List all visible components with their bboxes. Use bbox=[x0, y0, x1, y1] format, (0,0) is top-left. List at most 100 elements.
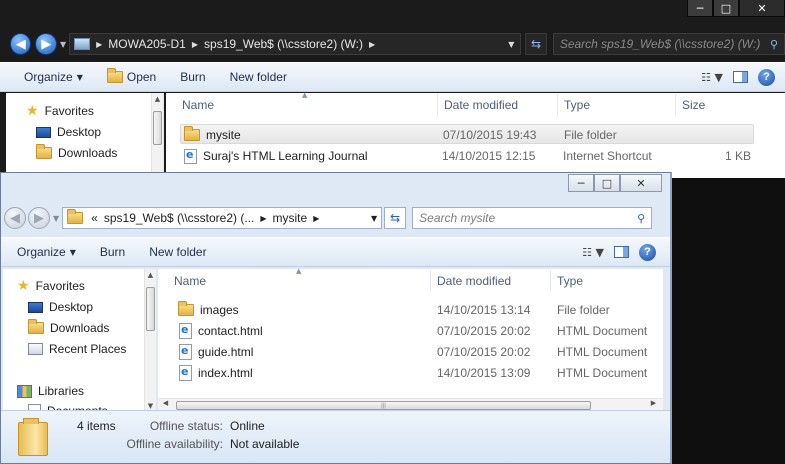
nav-downloads[interactable]: Downloads bbox=[28, 319, 110, 335]
front-organize-button[interactable]: Organize ▼ bbox=[1, 245, 88, 259]
back-minimize-button[interactable]: ─ bbox=[687, 0, 713, 17]
scroll-thumb[interactable] bbox=[153, 111, 162, 145]
front-address-bar[interactable]: « sps19_Web$ (\\csstore2) (... ▶ mysite … bbox=[62, 207, 383, 229]
internet-shortcut-icon bbox=[184, 148, 197, 164]
nav-label: Downloads bbox=[50, 321, 110, 335]
back-close-button[interactable]: ✕ bbox=[739, 0, 785, 17]
nav-favorites[interactable]: ★ Favorites bbox=[26, 104, 94, 118]
offline-availability-label: Offline availability: bbox=[126, 437, 224, 451]
file-row-images[interactable]: images 14/10/2015 13:14 File folder bbox=[176, 300, 663, 320]
back-organize-button[interactable]: Organize ▼ bbox=[0, 70, 95, 84]
nav-favorites[interactable]: ★ Favorites bbox=[17, 279, 85, 293]
scroll-down-icon[interactable]: ▼ bbox=[145, 402, 156, 410]
scroll-thumb[interactable] bbox=[146, 287, 155, 331]
preview-pane-icon[interactable] bbox=[733, 71, 748, 83]
back-burn-button[interactable]: Burn bbox=[168, 70, 217, 84]
column-header-type[interactable]: Type bbox=[558, 94, 676, 116]
back-nav-scrollbar[interactable]: ▲ bbox=[151, 93, 163, 178]
front-forward-nav-button[interactable]: ▶ bbox=[28, 207, 50, 229]
front-minimize-button[interactable]: ─ bbox=[568, 174, 594, 192]
nav-desktop[interactable]: Desktop bbox=[36, 125, 101, 139]
breadcrumb-computer[interactable]: MOWA205-D1 bbox=[108, 37, 186, 51]
breadcrumb-mysite[interactable]: mysite bbox=[273, 211, 308, 225]
nav-label: Favorites bbox=[44, 104, 94, 118]
front-close-button[interactable]: ✕ bbox=[620, 174, 662, 192]
scroll-right-icon[interactable]: ▶ bbox=[648, 399, 659, 407]
recent-pages-dropdown-icon[interactable]: ▼ bbox=[60, 40, 66, 49]
file-type: HTML Document bbox=[557, 324, 648, 338]
column-header-name[interactable]: Name bbox=[176, 94, 438, 116]
back-navigation-pane: ★ Favorites Desktop Downloads ▲ bbox=[6, 93, 164, 178]
change-view-icon[interactable]: ☷ ▼ bbox=[701, 71, 723, 84]
front-new-folder-button[interactable]: New folder bbox=[137, 245, 218, 259]
scroll-left-icon[interactable]: ◀ bbox=[160, 399, 171, 407]
breadcrumb-drive[interactable]: sps19_Web$ (\\csstore2) (... bbox=[104, 211, 255, 225]
front-navigation-pane: ★ Favorites Desktop Downloads Recent Pla… bbox=[3, 269, 157, 418]
column-header-type[interactable]: Type bbox=[551, 270, 663, 292]
front-address-row: ◀ ▶ ▼ « sps19_Web$ (\\csstore2) (... ▶ m… bbox=[1, 206, 670, 230]
front-explorer-window: ─ □ ✕ ◀ ▶ ▼ « sps19_Web$ (\\csstore2) (.… bbox=[0, 172, 672, 464]
back-nav-button[interactable]: ◀ bbox=[10, 33, 32, 55]
nav-downloads[interactable]: Downloads bbox=[36, 144, 117, 160]
scroll-up-icon[interactable]: ▲ bbox=[145, 271, 156, 279]
file-date: 07/10/2015 20:02 bbox=[437, 324, 531, 338]
file-name-cell: index.html bbox=[179, 363, 253, 383]
breadcrumb-drive[interactable]: sps19_Web$ (\\csstore2) (W:) bbox=[204, 37, 363, 51]
file-type: HTML Document bbox=[557, 366, 648, 380]
chevron-right-icon[interactable]: ▶ bbox=[260, 214, 266, 223]
address-history-icon[interactable]: ▼ bbox=[508, 40, 514, 49]
file-name: mysite bbox=[206, 128, 241, 142]
back-caption-buttons: ─ □ ✕ bbox=[687, 0, 785, 17]
file-date: 07/10/2015 19:43 bbox=[443, 128, 537, 142]
folder-icon bbox=[178, 301, 194, 316]
file-row-journal[interactable]: Suraj's HTML Learning Journal 14/10/2015… bbox=[180, 146, 754, 166]
hidden-crumbs-button[interactable]: « bbox=[91, 211, 98, 225]
back-new-folder-button[interactable]: New folder bbox=[218, 70, 299, 84]
front-burn-button[interactable]: Burn bbox=[88, 245, 137, 259]
back-refresh-button[interactable]: ⇆ bbox=[525, 33, 547, 55]
help-icon[interactable]: ? bbox=[758, 68, 775, 86]
computer-icon bbox=[74, 38, 91, 50]
back-search-input[interactable]: Search sps19_Web$ (\\csstore2) (W:) ⚲ bbox=[552, 33, 785, 55]
front-maximize-button[interactable]: □ bbox=[594, 174, 620, 192]
back-maximize-button[interactable]: □ bbox=[713, 0, 739, 17]
chevron-right-icon: ▶ bbox=[96, 39, 103, 49]
nav-libraries[interactable]: Libraries bbox=[17, 384, 84, 398]
preview-pane-icon[interactable] bbox=[614, 246, 629, 258]
forward-nav-button[interactable]: ▶ bbox=[35, 33, 57, 55]
file-row-index[interactable]: index.html 14/10/2015 13:09 HTML Documen… bbox=[176, 363, 663, 383]
file-row-contact[interactable]: contact.html 07/10/2015 20:02 HTML Docum… bbox=[176, 321, 663, 341]
horizontal-scroll-thumb[interactable]: ||| bbox=[176, 401, 591, 410]
front-nav-scrollbar[interactable]: ▲ ▼ bbox=[144, 269, 156, 412]
scroll-up-icon[interactable]: ▲ bbox=[152, 95, 163, 103]
front-recent-pages-dropdown-icon[interactable]: ▼ bbox=[53, 214, 59, 223]
folder-icon bbox=[67, 209, 84, 224]
file-name: Suraj's HTML Learning Journal bbox=[203, 149, 368, 163]
chevron-right-icon[interactable]: ▶ bbox=[192, 40, 198, 49]
open-button[interactable]: Open bbox=[95, 68, 168, 84]
folder-icon bbox=[184, 126, 200, 141]
nav-recent-places[interactable]: Recent Places bbox=[28, 342, 126, 356]
chevron-right-icon[interactable]: ▶ bbox=[313, 214, 319, 223]
new-folder-label: New folder bbox=[149, 245, 207, 259]
column-header-name[interactable]: Name bbox=[168, 270, 431, 292]
chevron-down-icon: ▼ bbox=[69, 247, 76, 257]
back-address-bar[interactable]: ▶ MOWA205-D1 ▶ sps19_Web$ (\\csstore2) (… bbox=[69, 33, 522, 55]
change-view-icon[interactable]: ☷ ▼ bbox=[582, 246, 604, 259]
file-type: Internet Shortcut bbox=[563, 149, 652, 163]
file-date: 07/10/2015 20:02 bbox=[437, 345, 531, 359]
file-row-guide[interactable]: guide.html 07/10/2015 20:02 HTML Documen… bbox=[176, 342, 663, 362]
file-name-cell: contact.html bbox=[179, 321, 263, 341]
file-row-mysite[interactable]: mysite 07/10/2015 19:43 File folder bbox=[180, 124, 754, 144]
front-back-nav-button[interactable]: ◀ bbox=[4, 207, 26, 229]
file-name-cell: guide.html bbox=[179, 342, 253, 362]
column-header-date[interactable]: Date modified bbox=[438, 94, 558, 116]
column-header-size[interactable]: Size bbox=[676, 94, 776, 116]
nav-desktop[interactable]: Desktop bbox=[28, 300, 93, 314]
help-icon[interactable]: ? bbox=[639, 243, 656, 261]
chevron-right-icon[interactable]: ▶ bbox=[369, 40, 375, 49]
front-search-input[interactable]: Search mysite ⚲ bbox=[412, 207, 653, 229]
address-history-icon[interactable]: ▼ bbox=[371, 214, 377, 223]
front-refresh-button[interactable]: ⇆ bbox=[384, 207, 407, 229]
column-header-date[interactable]: Date modified bbox=[431, 270, 551, 292]
